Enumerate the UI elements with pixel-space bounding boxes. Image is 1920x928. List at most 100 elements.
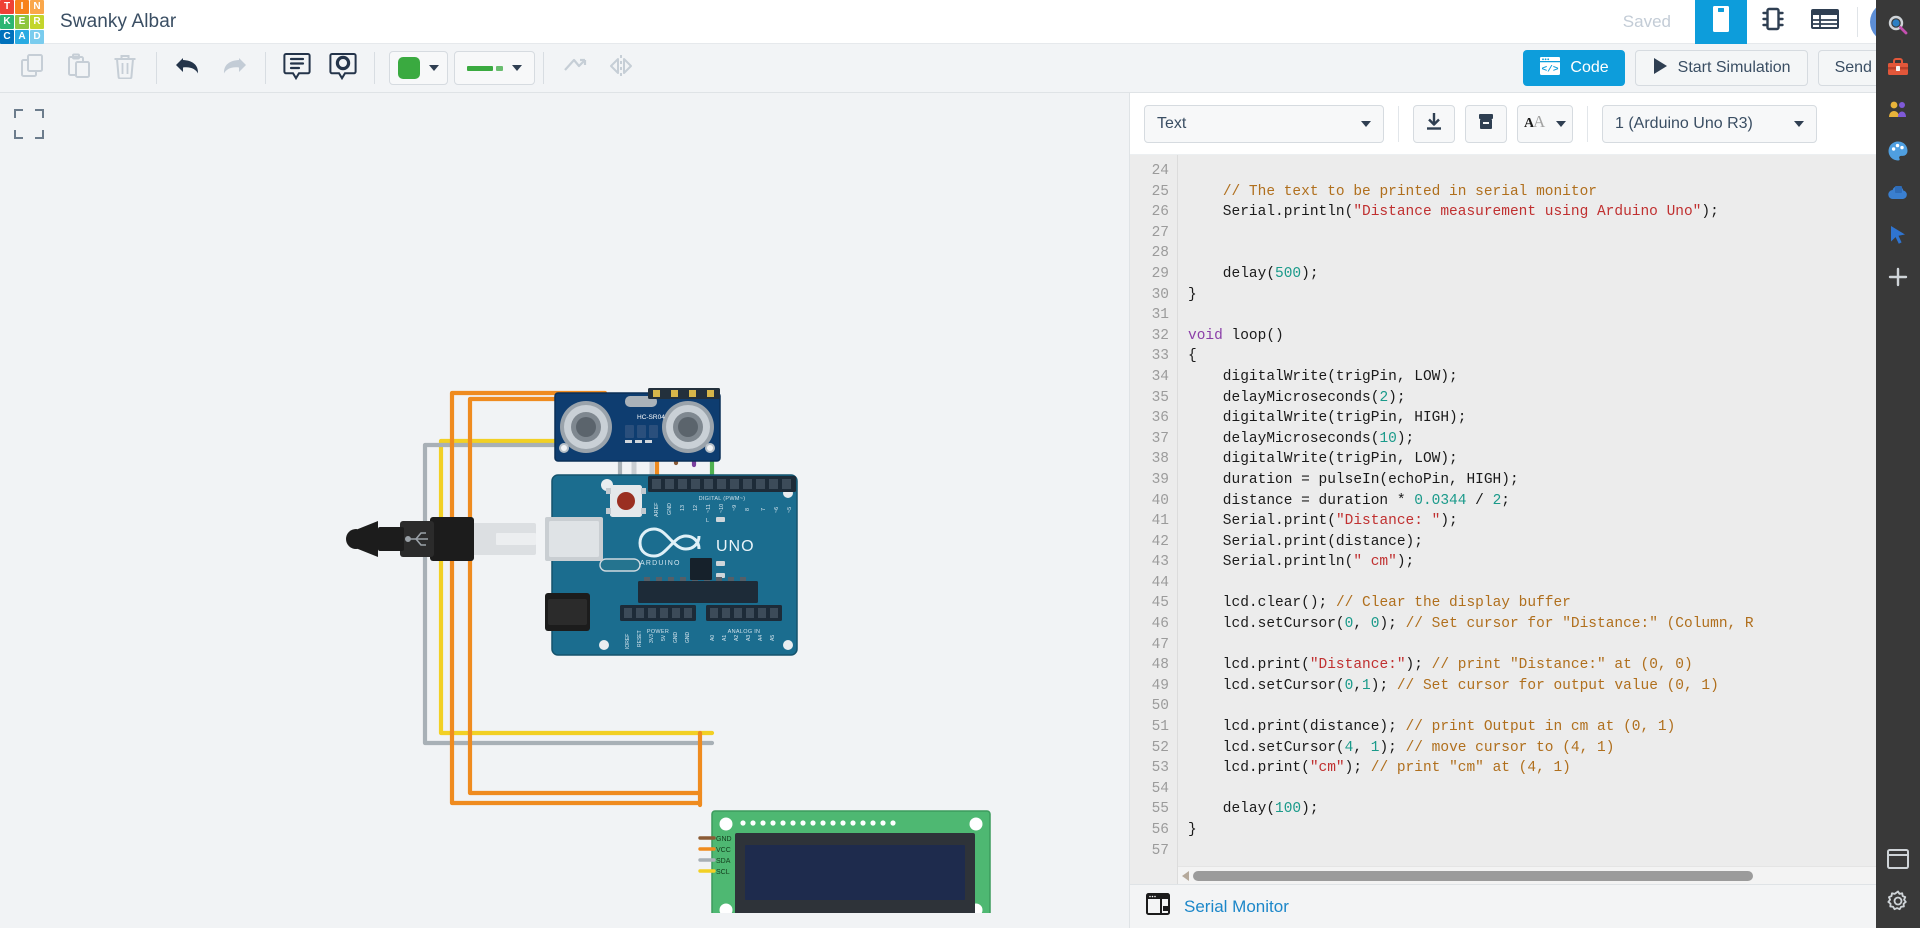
ultrasonic-sensor-hc-sr04: HC-SR04 — [554, 388, 721, 462]
code-line[interactable]: digitalWrite(trigPin, LOW); — [1188, 449, 1920, 470]
rotate-button[interactable] — [552, 48, 598, 88]
code-line[interactable]: lcd.clear(); // Clear the display buffer — [1188, 593, 1920, 614]
circuit-canvas[interactable]: HC-SR04 DIGITAL (PWM~) AREF GND 13 12 ~1… — [0, 93, 1130, 928]
svg-text:L: L — [706, 518, 709, 524]
tinkercad-circuits-app: TINKERCAD Swanky Albar Saved </> Code St… — [0, 0, 1920, 928]
svg-text:A1: A1 — [722, 635, 728, 641]
libraries-button[interactable] — [1465, 104, 1507, 143]
code-line[interactable] — [1188, 635, 1920, 656]
code-line[interactable]: duration = pulseIn(echoPin, HIGH); — [1188, 470, 1920, 491]
rail-people-icon[interactable] — [1876, 88, 1920, 130]
line-number: 39 — [1151, 471, 1169, 488]
annotation-button[interactable] — [320, 48, 366, 88]
font-size-icon: A A — [1524, 111, 1552, 136]
code-line[interactable]: lcd.setCursor(4, 1); // move cursor to (… — [1188, 738, 1920, 759]
code-line[interactable]: } — [1188, 285, 1920, 306]
logo-letter-r-5: R — [30, 14, 44, 29]
components-list-button[interactable] — [1799, 0, 1851, 44]
undo-button[interactable] — [165, 48, 211, 88]
browser-extension-rail — [1876, 0, 1920, 928]
svg-text:~9: ~9 — [732, 505, 738, 511]
line-number: 47 — [1151, 636, 1169, 653]
rail-search-icon[interactable] — [1876, 4, 1920, 46]
scroll-left-arrow[interactable] — [1182, 870, 1189, 881]
board-select[interactable]: 1 (Arduino Uno R3) — [1602, 104, 1817, 143]
serial-monitor-bar[interactable]: Serial Monitor — [1130, 884, 1920, 928]
rail-palette-icon[interactable] — [1876, 130, 1920, 172]
delete-button[interactable] — [102, 48, 148, 88]
code-line[interactable]: delayMicroseconds(2); — [1188, 388, 1920, 409]
code-panel: Text A A 1 (Arduino Uno R3) 24 25 26 27 … — [1130, 93, 1920, 928]
code-line[interactable]: Serial.print(distance); — [1188, 532, 1920, 553]
mirror-button[interactable] — [598, 48, 644, 88]
rail-settings-icon[interactable] — [1876, 880, 1920, 922]
copy-button[interactable] — [10, 48, 56, 88]
tinkercad-logo[interactable]: TIN KER CAD — [0, 0, 44, 44]
paste-icon — [67, 53, 91, 84]
code-horizontal-scrollbar[interactable] — [1178, 866, 1906, 884]
code-line[interactable]: lcd.print(distance); // print Output in … — [1188, 717, 1920, 738]
code-line[interactable]: } — [1188, 820, 1920, 841]
rail-add-icon[interactable] — [1876, 256, 1920, 298]
code-line[interactable]: distance = duration * 0.0344 / 2; — [1188, 491, 1920, 512]
logo-letter-n-2: N — [30, 0, 44, 14]
svg-text:5V: 5V — [661, 634, 667, 641]
code-line[interactable]: digitalWrite(trigPin, HIGH); — [1188, 408, 1920, 429]
redo-button[interactable] — [211, 48, 257, 88]
code-line[interactable] — [1188, 573, 1920, 594]
code-line[interactable]: lcd.print("Distance:"); // print "Distan… — [1188, 655, 1920, 676]
code-line[interactable]: delay(500); — [1188, 264, 1920, 285]
arduino-uno-board: DIGITAL (PWM~) AREF GND 13 12 ~11 ~10 ~9… — [545, 474, 798, 656]
rail-window-icon[interactable] — [1876, 838, 1920, 880]
code-line[interactable]: lcd.setCursor(0,1); // Set cursor for ou… — [1188, 676, 1920, 697]
paste-button[interactable] — [56, 48, 102, 88]
rail-toolbox-icon[interactable] — [1876, 46, 1920, 88]
rail-cloud-icon[interactable] — [1876, 172, 1920, 214]
code-line[interactable]: // The text to be printed in serial moni… — [1188, 182, 1920, 203]
code-line[interactable]: lcd.setCursor(0, 0); // Set cursor for "… — [1188, 614, 1920, 635]
code-line[interactable] — [1188, 161, 1920, 182]
rail-cursor-icon[interactable] — [1876, 214, 1920, 256]
notes-button[interactable] — [274, 48, 320, 88]
wire-style-picker[interactable] — [454, 51, 535, 85]
code-text[interactable]: // The text to be printed in serial moni… — [1178, 155, 1920, 884]
code-mode-select[interactable]: Text — [1144, 104, 1384, 143]
wire-color-picker[interactable] — [389, 51, 448, 85]
start-simulation-button[interactable]: Start Simulation — [1634, 50, 1808, 86]
line-number: 28 — [1151, 245, 1169, 262]
toolbar-divider-1 — [156, 52, 157, 84]
svg-text:A4: A4 — [758, 635, 764, 641]
line-number: 40 — [1151, 492, 1169, 509]
code-toolbar-divider-2 — [1587, 105, 1588, 142]
code-line[interactable]: digitalWrite(trigPin, LOW); — [1188, 367, 1920, 388]
code-line[interactable]: { — [1188, 346, 1920, 367]
code-line[interactable] — [1188, 779, 1920, 800]
horizontal-scroll-thumb[interactable] — [1193, 870, 1753, 881]
chevron-down-icon — [1794, 120, 1804, 127]
code-mode-value: Text — [1157, 114, 1187, 132]
code-button[interactable]: </> Code — [1523, 50, 1625, 86]
code-line[interactable]: lcd.print("cm"); // print "cm" at (4, 1) — [1188, 758, 1920, 779]
code-line[interactable] — [1188, 305, 1920, 326]
code-line[interactable]: Serial.println("Distance measurement usi… — [1188, 202, 1920, 223]
code-line[interactable]: Serial.println(" cm"); — [1188, 552, 1920, 573]
code-line[interactable]: Serial.print("Distance: "); — [1188, 511, 1920, 532]
download-code-button[interactable] — [1413, 104, 1455, 143]
code-line[interactable] — [1188, 243, 1920, 264]
chevron-down-icon — [512, 65, 522, 71]
code-top-clip — [1178, 155, 1920, 162]
code-editor[interactable]: 24 25 26 27 28 29 30 31 32 33 34 35 36 37 38 39 40 41 42 43… — [1130, 155, 1920, 884]
svg-text:~5: ~5 — [787, 507, 793, 513]
code-line[interactable]: void loop() — [1188, 326, 1920, 347]
code-line[interactable]: delay(100); — [1188, 799, 1920, 820]
svg-text:~10: ~10 — [719, 504, 725, 513]
svg-text:A5: A5 — [770, 635, 776, 641]
code-line[interactable] — [1188, 696, 1920, 717]
code-line[interactable] — [1188, 223, 1920, 244]
breadboard-view-button[interactable] — [1695, 0, 1747, 44]
font-size-button[interactable]: A A — [1517, 104, 1573, 143]
chip-view-button[interactable] — [1747, 0, 1799, 44]
code-line[interactable]: delayMicroseconds(10); — [1188, 429, 1920, 450]
code-line[interactable] — [1188, 841, 1920, 862]
document-title[interactable]: Swanky Albar — [60, 11, 176, 33]
